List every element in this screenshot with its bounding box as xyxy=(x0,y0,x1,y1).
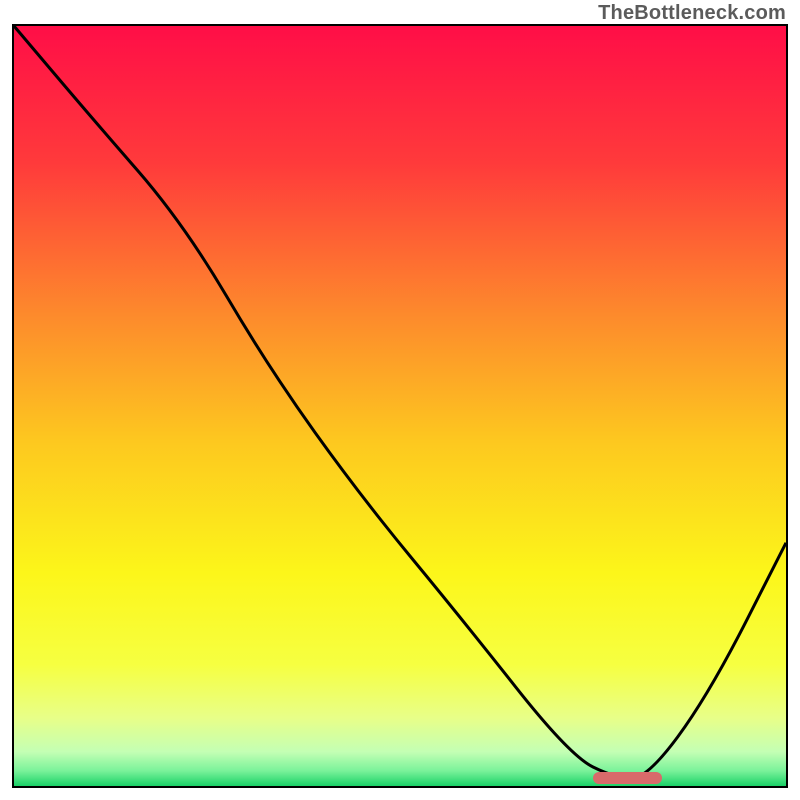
bottleneck-curve xyxy=(14,26,786,778)
optimal-range-marker xyxy=(593,772,662,784)
chart-frame xyxy=(12,24,788,788)
watermark-text: TheBottleneck.com xyxy=(598,2,786,25)
curve-svg xyxy=(14,26,786,786)
